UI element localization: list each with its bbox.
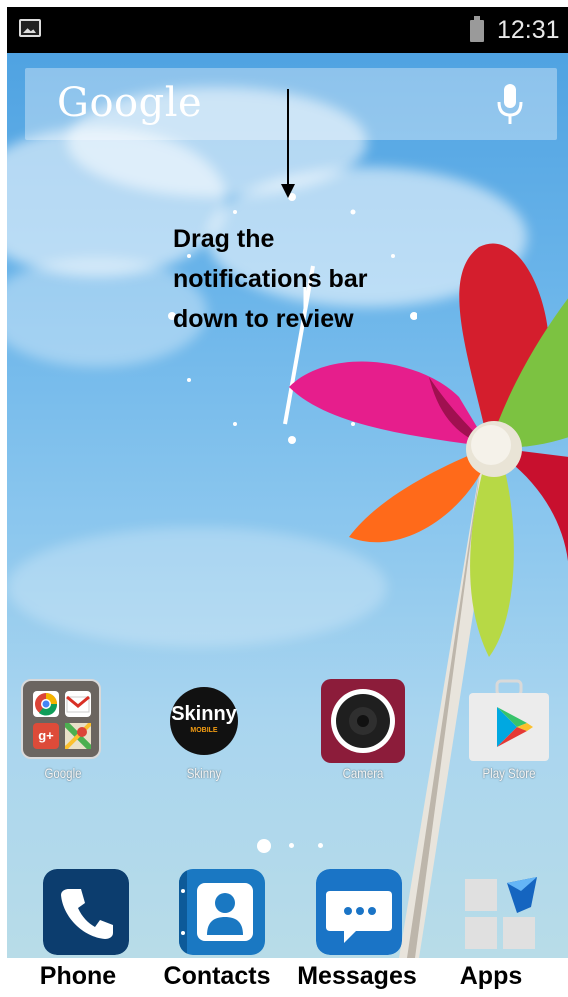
page-dot-current xyxy=(257,839,271,853)
dock-label-phone: Phone xyxy=(39,962,117,990)
camera-icon xyxy=(321,679,405,763)
gallery-notification-icon xyxy=(19,19,41,37)
dock-captions: Phone Contacts Messages Apps xyxy=(0,958,568,997)
status-time: 12:31 xyxy=(497,16,560,44)
app-label: Play Store xyxy=(482,765,536,781)
google-folder-icon: g+ xyxy=(21,679,105,763)
instruction-line: Drag the xyxy=(173,225,275,253)
app-play-store[interactable]: Play Store xyxy=(449,679,568,781)
app-label: Skinny xyxy=(186,765,222,781)
app-label: Camera xyxy=(342,765,384,781)
dock-label-contacts: Contacts xyxy=(163,962,271,990)
instruction-arrow xyxy=(287,89,289,193)
status-bar[interactable]: 12:31 xyxy=(7,7,568,53)
app-skinny[interactable]: Skinny MOBILE Skinny xyxy=(144,679,264,781)
app-camera[interactable]: Camera xyxy=(303,679,423,781)
page-dot xyxy=(318,843,323,848)
instruction-text: Drag the notifications bar down to revie… xyxy=(173,219,413,339)
skinny-icon-subtext: MOBILE xyxy=(190,727,218,734)
apps-grid-icon[interactable] xyxy=(459,869,545,955)
dock xyxy=(7,855,568,958)
skinny-icon-text: Skinny xyxy=(171,703,237,725)
play-store-icon xyxy=(467,679,551,763)
google-search-bar[interactable]: Google xyxy=(25,68,557,140)
app-label: Google xyxy=(44,765,82,781)
app-google-folder[interactable]: g+ Google xyxy=(7,679,123,781)
pinwheel-wallpaper xyxy=(289,243,568,958)
mic-icon[interactable] xyxy=(495,82,525,126)
instruction-line: notifications bar xyxy=(173,265,368,293)
dock-label-apps: Apps xyxy=(459,962,523,990)
dock-label-messages: Messages xyxy=(297,962,417,990)
google-logo: Google xyxy=(57,80,203,126)
home-screen: 12:31 Google Drag the notifications bar … xyxy=(7,7,568,958)
instruction-line: down to review xyxy=(173,305,354,333)
contacts-icon[interactable] xyxy=(179,869,265,955)
messages-icon[interactable] xyxy=(316,869,402,955)
phone-icon[interactable] xyxy=(43,869,129,955)
instruction-arrowhead xyxy=(281,184,295,198)
battery-icon xyxy=(470,16,484,42)
skinny-icon: Skinny MOBILE xyxy=(162,679,246,763)
page-dot xyxy=(289,843,294,848)
